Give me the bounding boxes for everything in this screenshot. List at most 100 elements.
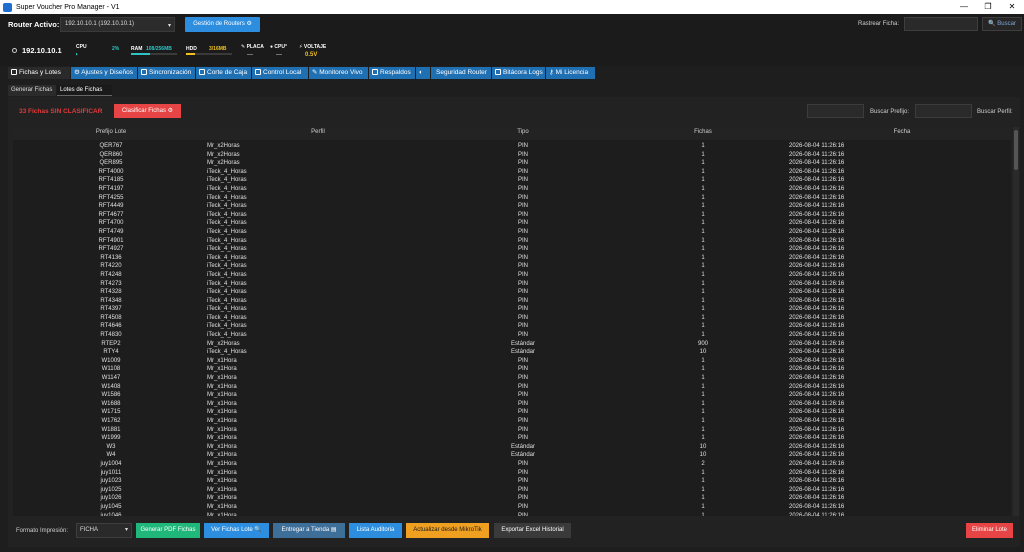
tab-control-local[interactable]: Control Local bbox=[252, 67, 308, 79]
header-tipo[interactable]: Tipo bbox=[503, 129, 543, 135]
tab-monitoreo[interactable]: ✎ Monitoreo Vivo bbox=[309, 67, 368, 79]
table-row[interactable]: RT4273 iTeck_4_Horas PIN 1 2026-08-04 11:26:… bbox=[13, 280, 1011, 289]
audit-list-button[interactable]: Lista Auditoria bbox=[349, 523, 402, 538]
buscar-button[interactable]: 🔍 Buscar bbox=[982, 17, 1022, 31]
table-row[interactable]: RT4328 iTeck_4_Horas PIN 1 2026-08-04 11:26:… bbox=[13, 288, 1011, 297]
header-prefijo[interactable]: Prefijo Lote bbox=[71, 129, 151, 135]
subtab-generar-fichas[interactable]: Generar Fichas bbox=[8, 85, 56, 96]
table-row[interactable]: RTY4 iTeck_4_Horas Estándar 10 2026-08-04 11… bbox=[13, 348, 1011, 357]
table-row[interactable]: RT4220 iTeck_4_Horas PIN 1 2026-08-04 11:26:… bbox=[13, 262, 1011, 271]
tab-ajustes[interactable]: ⚙ Ajustes y Diseños bbox=[71, 67, 137, 79]
table-row[interactable]: RT4508 iTeck_4_Horas PIN 1 2026-08-04 11:26:… bbox=[13, 314, 1011, 323]
table-row[interactable]: juy1045 Mr_x1Hora PIN 1 2026-08-04 11:26:16 bbox=[13, 503, 1011, 512]
table-row[interactable]: W3 Mr_x1Hora Estándar 10 2026-08-04 11:26:16 bbox=[13, 443, 1011, 452]
table-row[interactable]: RFT4927 iTeck_4_Horas PIN 1 2026-08-04 11:26… bbox=[13, 245, 1011, 254]
scrollbar-thumb[interactable] bbox=[1014, 130, 1018, 170]
table-row[interactable]: RFT4700 iTeck_4_Horas PIN 1 2026-08-04 11:26… bbox=[13, 219, 1011, 228]
cell-prefijo: W1147 bbox=[101, 375, 121, 382]
table-row[interactable]: RT4348 iTeck_4_Horas PIN 1 2026-08-04 11:26:… bbox=[13, 297, 1011, 306]
table-row[interactable]: W1762 Mr_x1Hora PIN 1 2026-08-04 11:26:16 bbox=[13, 417, 1011, 426]
cell-perfil: Mr_x1Hora bbox=[207, 375, 237, 382]
tab-contrast[interactable]: ◐ bbox=[416, 67, 430, 79]
maximize-button[interactable]: ❐ bbox=[976, 0, 1000, 14]
classify-button[interactable]: Clasificar Fichas ⚙ bbox=[114, 104, 181, 118]
table-row[interactable]: RTEP2 Mr_x2Horas Estándar 900 2026-08-04 11:… bbox=[13, 340, 1011, 349]
table-row[interactable]: juy1011 Mr_x1Hora PIN 1 2026-08-04 11:26:16 bbox=[13, 469, 1011, 478]
table-row[interactable]: juy1025 Mr_x1Hora PIN 1 2026-08-04 11:26:16 bbox=[13, 486, 1011, 495]
buscar-prefijo-input[interactable] bbox=[915, 104, 972, 118]
tab-corte-caja[interactable]: Corte de Caja bbox=[196, 67, 251, 79]
table-row[interactable]: RT4136 iTeck_4_Horas PIN 1 2026-08-04 11:26:… bbox=[13, 254, 1011, 263]
table-row[interactable]: W1999 Mr_x1Hora PIN 1 2026-08-04 11:26:16 bbox=[13, 434, 1011, 443]
table-row[interactable]: W1408 Mr_x1Hora PIN 1 2026-08-04 11:26:16 bbox=[13, 383, 1011, 392]
table-row[interactable]: juy1023 Mr_x1Hora PIN 1 2026-08-04 11:26:16 bbox=[13, 477, 1011, 486]
cell-fichas: 1 bbox=[701, 469, 705, 476]
table-row[interactable]: RFT4197 iTeck_4_Horas PIN 1 2026-08-04 11:26… bbox=[13, 185, 1011, 194]
tab-bitacora[interactable]: Bitácora Logs bbox=[492, 67, 545, 79]
table-row[interactable]: RFT4255 iTeck_4_Horas PIN 1 2026-08-04 11:26… bbox=[13, 194, 1011, 203]
cell-fecha: 2026-08-04 11:26:16 bbox=[789, 289, 845, 296]
table-row[interactable]: W1108 Mr_x1Hora PIN 1 2026-08-04 11:26:16 bbox=[13, 365, 1011, 374]
export-excel-button[interactable]: Exportar Excel Historial bbox=[494, 523, 571, 538]
table-row[interactable]: RFT4185 iTeck_4_Horas PIN 1 2026-08-04 11:26… bbox=[13, 176, 1011, 185]
tab-label: Bitácora Logs bbox=[503, 69, 543, 76]
update-mikrotik-button[interactable]: Actualizar desde MikroTik bbox=[406, 523, 489, 538]
cell-prefijo: juy1026 bbox=[100, 495, 122, 502]
table-row[interactable]: juy1026 Mr_x1Hora PIN 1 2026-08-04 11:26:16 bbox=[13, 494, 1011, 503]
header-perfil[interactable]: Perfil bbox=[293, 129, 343, 135]
format-select[interactable]: FICHA ▾ bbox=[76, 523, 132, 538]
cell-fecha: 2026-08-04 11:26:16 bbox=[789, 280, 845, 287]
table-row[interactable]: W1881 Mr_x1Hora PIN 1 2026-08-04 11:26:16 bbox=[13, 426, 1011, 435]
cell-fecha: 2026-08-04 11:26:16 bbox=[789, 418, 845, 424]
tab-licencia[interactable]: ⚷ Mi Licencia bbox=[546, 67, 595, 79]
table-row[interactable]: RFT4000 iTeck_4_Horas PIN 1 2026-08-04 11:26… bbox=[13, 168, 1011, 177]
table-row[interactable]: W1147 Mr_x1Hora PIN 1 2026-08-04 11:26:16 bbox=[13, 374, 1011, 383]
format-select-value: FICHA bbox=[80, 527, 98, 533]
tab-sincronizacion[interactable]: Sincronización bbox=[138, 67, 195, 79]
router-ip: 192.10.10.1 bbox=[12, 46, 62, 55]
search-input-1[interactable] bbox=[807, 104, 864, 118]
close-button[interactable]: ✕ bbox=[1000, 0, 1024, 14]
table-row[interactable]: W1688 Mr_x1Hora PIN 1 2026-08-04 11:26:16 bbox=[13, 400, 1011, 409]
deliver-store-button[interactable]: Entregar a Tienda ▤ bbox=[273, 523, 345, 538]
header-fecha[interactable]: Fecha bbox=[882, 129, 922, 135]
table-row[interactable]: RFT4449 iTeck_4_Horas PIN 1 2026-08-04 11:26… bbox=[13, 202, 1011, 211]
table-row[interactable]: RFT4749 iTeck_4_Horas PIN 1 2026-08-04 11:26… bbox=[13, 228, 1011, 237]
delete-lote-button[interactable]: Eliminar Lote bbox=[966, 523, 1013, 538]
cell-tipo: PIN bbox=[517, 469, 528, 476]
table-row[interactable]: RT4646 iTeck_4_Horas PIN 1 2026-08-04 11:26:… bbox=[13, 322, 1011, 331]
ram-bar bbox=[131, 53, 177, 55]
table-row[interactable]: RT4830 iTeck_4_Horas PIN 1 2026-08-04 11:26:… bbox=[13, 331, 1011, 340]
table-row[interactable]: W1586 Mr_x1Hora PIN 1 2026-08-04 11:26:16 bbox=[13, 391, 1011, 400]
table-row[interactable]: QER860 Mr_x2Horas PIN 1 2026-08-04 11:26:16 bbox=[13, 151, 1011, 160]
table-row[interactable]: QER767 Mr_x2Horas PIN 1 2026-08-04 11:26:16 bbox=[13, 142, 1011, 151]
tab-respaldos[interactable]: Respaldos bbox=[369, 67, 415, 79]
minimize-button[interactable]: — bbox=[952, 0, 976, 14]
manage-routers-button[interactable]: Gestión de Routers ⚙ bbox=[185, 17, 260, 32]
table-row[interactable]: juy1046 Mr_x1Hora PIN 1 2026-08-04 11:26:16 bbox=[13, 512, 1011, 516]
tab-fichas-lotes[interactable]: Fichas y Lotes bbox=[8, 67, 70, 79]
cell-fichas: 1 bbox=[701, 271, 705, 278]
table-row[interactable]: RT4397 iTeck_4_Horas PIN 1 2026-08-04 11:26:… bbox=[13, 305, 1011, 314]
table-row[interactable]: RFT4901 iTeck_4_Horas PIN 1 2026-08-04 11:26… bbox=[13, 237, 1011, 246]
router-select[interactable]: 192.10.10.1 (192.10.10.1) ▾ bbox=[60, 17, 175, 32]
table-row[interactable]: juy1004 Mr_x1Hora PIN 2 2026-08-04 11:26:16 bbox=[13, 460, 1011, 469]
cell-prefijo: RFT4927 bbox=[98, 246, 124, 253]
cell-fecha: 2026-08-04 11:26:16 bbox=[789, 168, 845, 175]
view-lote-button[interactable]: Ver Fichas Lote 🔍 bbox=[204, 523, 269, 538]
table-row[interactable]: W4 Mr_x1Hora Estándar 10 2026-08-04 11:26:16 bbox=[13, 451, 1011, 460]
table-row[interactable]: W1009 Mr_x1Hora PIN 1 2026-08-04 11:26:16 bbox=[13, 357, 1011, 366]
subtab-lotes-fichas[interactable]: Lotes de Fichas bbox=[57, 85, 112, 96]
rastrear-input[interactable] bbox=[904, 17, 978, 31]
generate-pdf-button[interactable]: Generar PDF Fichas bbox=[136, 523, 200, 538]
table-row[interactable]: QER895 Mr_x2Horas PIN 1 2026-08-04 11:26:16 bbox=[13, 159, 1011, 168]
table-scrollbar[interactable] bbox=[1013, 127, 1019, 516]
tab-seguridad-router[interactable]: Seguridad Router bbox=[431, 67, 491, 79]
header-fichas[interactable]: Fichas bbox=[683, 129, 723, 135]
cpu-bar bbox=[76, 53, 122, 55]
table-row[interactable]: W1715 Mr_x1Hora PIN 1 2026-08-04 11:26:16 bbox=[13, 408, 1011, 417]
table-row[interactable]: RFT4677 iTeck_4_Horas PIN 1 2026-08-04 11:26… bbox=[13, 211, 1011, 220]
store-icon bbox=[255, 69, 261, 75]
table-row[interactable]: RT4248 iTeck_4_Horas PIN 1 2026-08-04 11:26:… bbox=[13, 271, 1011, 280]
cell-prefijo: juy1025 bbox=[100, 486, 122, 493]
